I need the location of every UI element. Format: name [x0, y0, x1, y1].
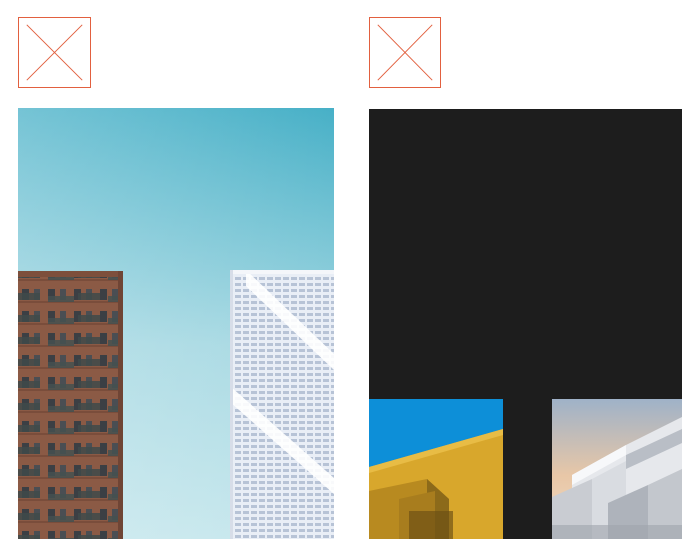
dark-gallery-panel	[369, 109, 682, 539]
close-icon[interactable]	[369, 17, 441, 88]
building-photo-yellow[interactable]	[369, 399, 503, 539]
building-photo-white[interactable]	[552, 399, 682, 539]
page	[0, 0, 682, 539]
close-icon[interactable]	[18, 17, 91, 88]
building-photo-left[interactable]	[18, 108, 334, 539]
